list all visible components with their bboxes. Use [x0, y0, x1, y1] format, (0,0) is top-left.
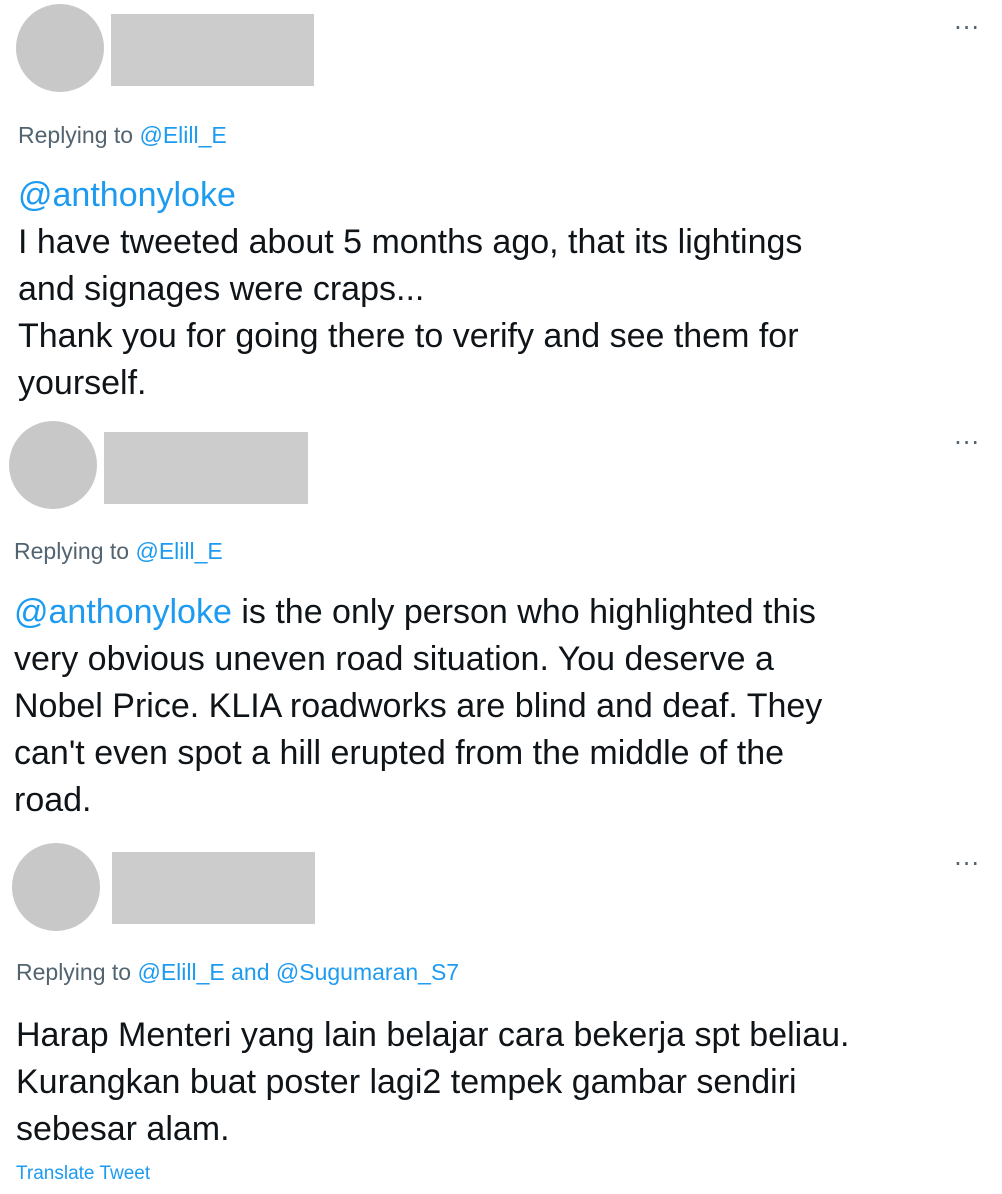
tweet-text-line: road.	[14, 781, 92, 819]
tweet-text-line: @anthonyloke is the only person who high…	[14, 589, 989, 636]
tweet-text-line: Nobel Price. KLIA roadworks are blind an…	[14, 687, 823, 725]
more-options-button[interactable]: ···	[954, 16, 980, 40]
mention-link[interactable]: @anthonyloke	[14, 593, 232, 631]
more-options-button[interactable]: ···	[954, 431, 980, 455]
tweet-text-line: I have tweeted about 5 months ago, that …	[18, 223, 803, 261]
avatar[interactable]	[9, 421, 97, 509]
reply-handle-link[interactable]: @Elill_E	[137, 959, 224, 985]
translate-tweet-link[interactable]: Translate Tweet	[16, 1163, 150, 1185]
replying-to-label: Replying to	[18, 122, 134, 148]
reply-handle-link[interactable]: @Elill_E	[135, 538, 222, 564]
replying-to: Replying to @Elill_E	[14, 538, 223, 565]
tweet-text-line: Harap Menteri yang lain belajar cara bek…	[16, 1016, 850, 1054]
replying-to: Replying to @Elill_E	[18, 122, 227, 149]
tweet-text-line: can't even spot a hill erupted from the …	[14, 734, 785, 772]
redacted-username	[112, 852, 315, 924]
tweet-text-line: Thank you for going there to verify and …	[18, 317, 799, 355]
tweet-text-line: Kurangkan buat poster lagi2 tempek gamba…	[16, 1063, 797, 1101]
tweet-text-line: very obvious uneven road situation. You …	[14, 640, 774, 678]
tweet-text-line: yourself.	[18, 364, 147, 402]
redacted-username	[104, 432, 308, 504]
tweet-text: Harap Menteri yang lain belajar cara bek…	[16, 1012, 991, 1153]
reply-handle-joiner: and	[231, 959, 270, 985]
redacted-username	[111, 14, 314, 86]
avatar[interactable]	[16, 4, 104, 92]
tweet-text: @anthonyloke I have tweeted about 5 mont…	[18, 172, 993, 407]
tweet-text-line: and signages were craps...	[18, 270, 425, 308]
tweet-text-segment: is the only person who highlighted this	[231, 593, 816, 631]
replying-to-label: Replying to	[16, 959, 132, 985]
replying-to-label: Replying to	[14, 538, 130, 564]
reply-handle-link[interactable]: @Sugumaran_S7	[276, 959, 459, 985]
tweet-text: @anthonyloke is the only person who high…	[14, 589, 989, 824]
tweet-text-line: sebesar alam.	[16, 1110, 230, 1148]
mention-link[interactable]: @anthonyloke	[18, 172, 993, 219]
avatar[interactable]	[12, 843, 100, 931]
reply-handle-link[interactable]: @Elill_E	[139, 122, 226, 148]
replying-to: Replying to @Elill_E and @Sugumaran_S7	[16, 959, 459, 986]
more-options-button[interactable]: ···	[954, 852, 980, 876]
